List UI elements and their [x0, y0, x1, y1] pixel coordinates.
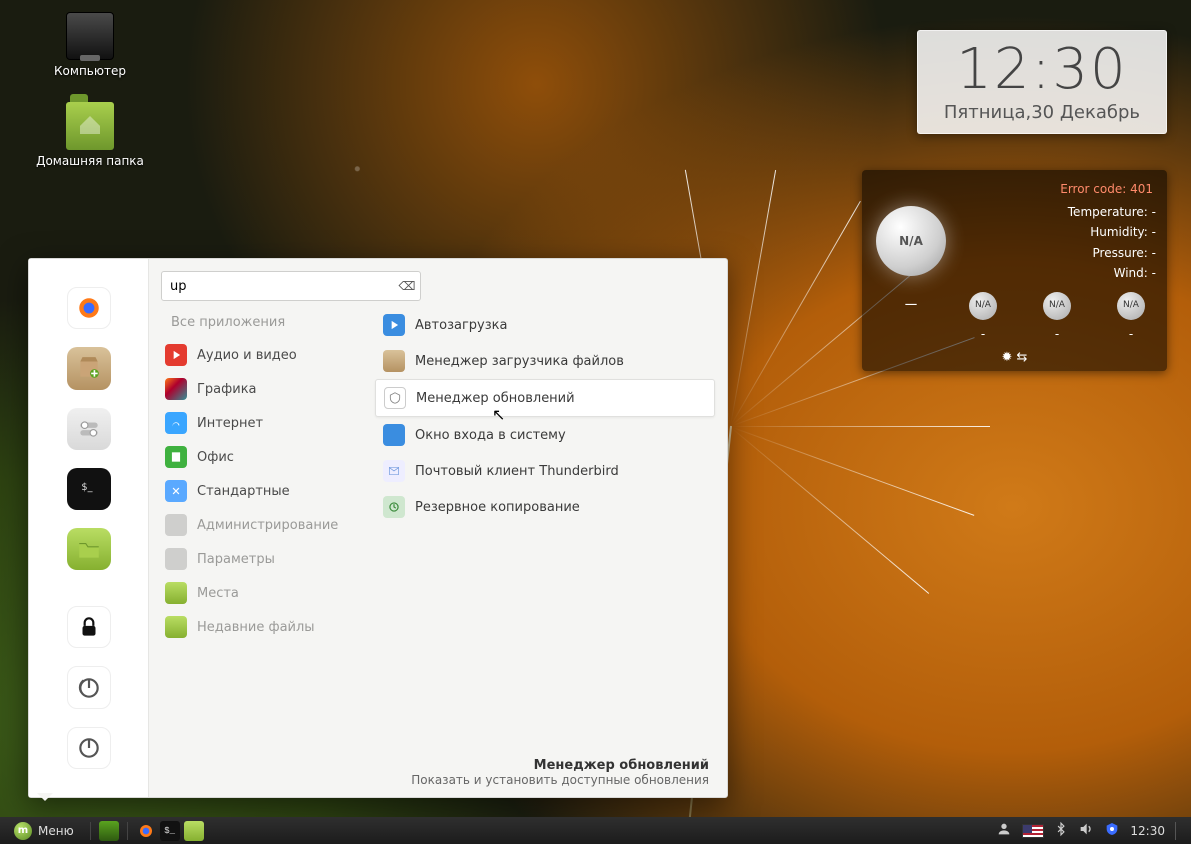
- weather-temp-label: Temperature:: [1068, 205, 1148, 219]
- clock-time: 12:30: [944, 37, 1140, 102]
- quicklaunch-firefox[interactable]: [136, 821, 156, 841]
- app-backup[interactable]: Резервное копирование: [375, 489, 715, 525]
- forecast-icon: N/A: [1117, 292, 1145, 320]
- app-thunderbird[interactable]: Почтовый клиент Thunderbird: [375, 453, 715, 489]
- desktop-icon-label: Компьютер: [30, 64, 150, 78]
- clock-widget: 12:30 Пятница,30 Декабрь: [917, 30, 1167, 134]
- weather-refresh[interactable]: ✹ ⇆: [876, 350, 1153, 365]
- weather-current-temp: –: [904, 286, 918, 319]
- footer-title: Менеджер обновлений: [411, 758, 709, 773]
- category-label: Аудио и видео: [197, 348, 297, 363]
- weather-wind-label: Wind:: [1114, 266, 1148, 280]
- weather-humidity-label: Humidity:: [1090, 225, 1148, 239]
- search-clear-icon[interactable]: ⌫: [394, 279, 420, 293]
- menu-search[interactable]: ⌫: [161, 271, 421, 301]
- category-recent[interactable]: Недавние файлы: [155, 610, 365, 644]
- categories-header: Все приложения: [155, 307, 365, 338]
- desktop-icon-home[interactable]: Домашняя папка: [30, 102, 150, 168]
- tray-show-desktop-icon[interactable]: [1175, 822, 1181, 840]
- tray-user-icon[interactable]: [996, 821, 1012, 840]
- category-office[interactable]: Офис: [155, 440, 365, 474]
- category-label: Параметры: [197, 552, 275, 567]
- forecast-value: -: [1106, 324, 1156, 344]
- menu-button[interactable]: m Меню: [6, 819, 82, 843]
- weather-error: Error code: 401: [876, 182, 1153, 196]
- panel-separator: [90, 822, 91, 840]
- category-label: Недавние файлы: [197, 620, 315, 635]
- search-input[interactable]: [162, 275, 394, 298]
- forecast-icon: N/A: [1043, 292, 1071, 320]
- weather-widget: Error code: 401 N/A – Temperature: - Hum…: [862, 170, 1167, 371]
- mint-logo-icon: m: [14, 822, 32, 840]
- tray-keyboard-layout-icon[interactable]: [1022, 824, 1044, 838]
- forecast-value: -: [1032, 324, 1082, 344]
- tray-update-shield-icon[interactable]: [1104, 821, 1120, 840]
- desktop-icon-computer[interactable]: Компьютер: [30, 12, 150, 78]
- app-startup[interactable]: Автозагрузка: [375, 307, 715, 343]
- menu-footer: Менеджер обновлений Показать и установит…: [411, 758, 709, 787]
- weather-pressure-value: -: [1152, 246, 1156, 260]
- category-accessories[interactable]: Стандартные: [155, 474, 365, 508]
- forecast-icon: N/A: [969, 292, 997, 320]
- quicklaunch-files[interactable]: [184, 821, 204, 841]
- tray-clock[interactable]: 12:30: [1130, 824, 1165, 838]
- category-label: Администрирование: [197, 518, 338, 533]
- taskbar: m Меню $_ 12:30: [0, 817, 1191, 844]
- app-update-manager[interactable]: Менеджер обновлений: [375, 379, 715, 417]
- category-preferences[interactable]: Параметры: [155, 542, 365, 576]
- favorite-software-manager[interactable]: [67, 347, 111, 389]
- app-bootloader[interactable]: Менеджер загрузчика файлов: [375, 343, 715, 379]
- app-label: Менеджер обновлений: [416, 391, 575, 406]
- desktop-icon-label: Домашняя папка: [30, 154, 150, 168]
- favorite-logout[interactable]: [67, 666, 111, 708]
- favorite-terminal[interactable]: $_: [67, 468, 111, 510]
- category-label: Офис: [197, 450, 234, 465]
- category-label: Места: [197, 586, 239, 601]
- tray-bluetooth-icon[interactable]: [1054, 821, 1068, 840]
- category-graphics[interactable]: Графика: [155, 372, 365, 406]
- category-label: Стандартные: [197, 484, 290, 499]
- computer-icon: [66, 12, 114, 60]
- category-administration[interactable]: Администрирование: [155, 508, 365, 542]
- app-label: Менеджер загрузчика файлов: [415, 354, 624, 369]
- favorite-files[interactable]: [67, 528, 111, 570]
- category-list: Все приложения Аудио и видео Графика Инт…: [155, 307, 365, 644]
- clock-date: Пятница,30 Декабрь: [944, 102, 1140, 123]
- app-login-window[interactable]: Окно входа в систему: [375, 417, 715, 453]
- applications-menu: $_ ⌫ Все приложения Аудио и видео График…: [28, 258, 728, 798]
- favorite-firefox[interactable]: [67, 287, 111, 329]
- quicklaunch-show-desktop[interactable]: [99, 821, 119, 841]
- home-folder-icon: [66, 102, 114, 150]
- weather-temp-value: -: [1152, 205, 1156, 219]
- category-label: Графика: [197, 382, 257, 397]
- weather-pressure-label: Pressure:: [1093, 246, 1148, 260]
- moon-icon: N/A: [876, 206, 946, 276]
- svg-text:$_: $_: [81, 482, 92, 493]
- app-label: Почтовый клиент Thunderbird: [415, 464, 619, 479]
- app-label: Автозагрузка: [415, 318, 507, 333]
- menu-button-label: Меню: [38, 824, 74, 838]
- favorite-lock-screen[interactable]: [67, 606, 111, 648]
- tray-volume-icon[interactable]: [1078, 821, 1094, 840]
- quicklaunch-terminal[interactable]: $_: [160, 821, 180, 841]
- footer-description: Показать и установить доступные обновлен…: [411, 773, 709, 787]
- category-places[interactable]: Места: [155, 576, 365, 610]
- weather-forecast: N/A - N/A - N/A -: [958, 292, 1156, 344]
- weather-humidity-value: -: [1152, 225, 1156, 239]
- category-label: Интернет: [197, 416, 263, 431]
- favorite-shutdown[interactable]: [67, 727, 111, 769]
- applications-list: Автозагрузка Менеджер загрузчика файлов …: [365, 307, 715, 525]
- app-label: Окно входа в систему: [415, 428, 566, 443]
- app-label: Резервное копирование: [415, 500, 580, 515]
- category-audio-video[interactable]: Аудио и видео: [155, 338, 365, 372]
- panel-separator: [127, 822, 128, 840]
- favorites-column: $_: [29, 259, 149, 797]
- weather-wind-value: -: [1152, 266, 1156, 280]
- category-internet[interactable]: Интернет: [155, 406, 365, 440]
- favorite-settings[interactable]: [67, 408, 111, 450]
- forecast-value: -: [958, 324, 1008, 344]
